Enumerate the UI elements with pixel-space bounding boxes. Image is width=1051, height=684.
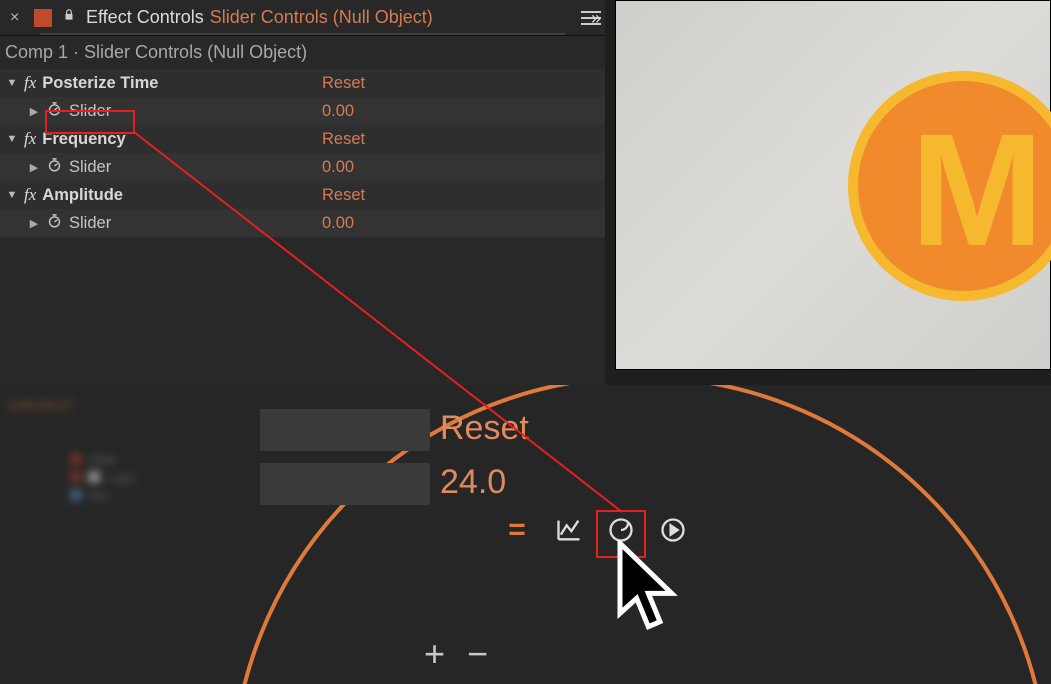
- zoom-plus-minus[interactable]: + −: [424, 633, 494, 675]
- panel-title: Effect Controls Slider Controls (Null Ob…: [86, 7, 433, 28]
- zoom-value[interactable]: 24.0: [440, 463, 506, 502]
- slider-row[interactable]: ▶ Slider 0.00: [0, 153, 605, 181]
- logo-letter: M: [910, 98, 1043, 282]
- fx-badge-icon[interactable]: fx: [24, 73, 36, 93]
- slider-row[interactable]: ▶ Slider 0.00: [0, 97, 605, 125]
- zoom-inset: 0:00:03:27 Slide Logo Sec Reset 24.0 = +…: [0, 385, 1051, 684]
- layer-row[interactable]: Slide: [70, 450, 230, 468]
- property-name: Slider: [69, 102, 111, 121]
- effects-list: ▼ fx Posterize Time Reset ▶ Slider 0.00 …: [0, 69, 605, 237]
- recording-indicator-icon: [34, 9, 52, 27]
- comp-path: Comp 1 · Slider Controls (Null Object): [0, 36, 605, 69]
- twirl-right-icon[interactable]: ▶: [28, 161, 40, 174]
- logo-badge: M: [848, 71, 1051, 301]
- stopwatch-icon[interactable]: [46, 212, 63, 234]
- expression-enable-icon[interactable]: =: [500, 513, 534, 547]
- panel-layer-name: Slider Controls (Null Object): [210, 7, 433, 28]
- reset-link[interactable]: Reset: [322, 130, 572, 149]
- stopwatch-icon[interactable]: [46, 156, 63, 178]
- property-name: Slider: [69, 214, 111, 233]
- twirl-right-icon[interactable]: ▶: [28, 217, 40, 230]
- stopwatch-icon[interactable]: [46, 100, 63, 122]
- timeline-layers: Slide Logo Sec: [70, 450, 230, 504]
- panel-title-text: Effect Controls: [86, 7, 204, 28]
- cursor-icon: [610, 540, 680, 640]
- composition-preview: M: [615, 0, 1051, 370]
- property-value[interactable]: 0.00: [322, 214, 572, 233]
- twirl-down-icon[interactable]: ▼: [6, 189, 18, 201]
- effect-name: Posterize Time: [42, 74, 158, 93]
- fx-badge-icon[interactable]: fx: [24, 185, 36, 205]
- effect-name: Frequency: [42, 130, 125, 149]
- zoom-reset-label[interactable]: Reset: [440, 409, 529, 448]
- reset-link[interactable]: Reset: [322, 74, 572, 93]
- effect-name: Amplitude: [42, 186, 123, 205]
- panel-tabbar: × Effect Controls Slider Controls (Null …: [0, 0, 605, 36]
- timecode[interactable]: 0:00:03:27: [8, 397, 74, 413]
- expand-panel-icon[interactable]: »: [591, 8, 597, 29]
- twirl-down-icon[interactable]: ▼: [6, 133, 18, 145]
- layer-row[interactable]: Logo: [70, 468, 230, 486]
- fx-badge-icon[interactable]: fx: [24, 129, 36, 149]
- effect-row[interactable]: ▼ fx Amplitude Reset: [0, 181, 605, 209]
- property-value[interactable]: 0.00: [322, 102, 572, 121]
- layer-row[interactable]: Sec: [70, 486, 230, 504]
- graph-icon[interactable]: [552, 513, 586, 547]
- reset-link[interactable]: Reset: [322, 186, 572, 205]
- lock-icon[interactable]: [62, 8, 76, 27]
- property-name: Slider: [69, 158, 111, 177]
- twirl-right-icon[interactable]: ▶: [28, 105, 40, 118]
- effect-row[interactable]: ▼ fx Frequency Reset: [0, 125, 605, 153]
- property-value[interactable]: 0.00: [322, 158, 572, 177]
- close-icon[interactable]: ×: [10, 9, 24, 27]
- slider-row[interactable]: ▶ Slider 0.00: [0, 209, 605, 237]
- effect-controls-panel: × Effect Controls Slider Controls (Null …: [0, 0, 605, 390]
- twirl-down-icon[interactable]: ▼: [6, 77, 18, 89]
- effect-row[interactable]: ▼ fx Posterize Time Reset: [0, 69, 605, 97]
